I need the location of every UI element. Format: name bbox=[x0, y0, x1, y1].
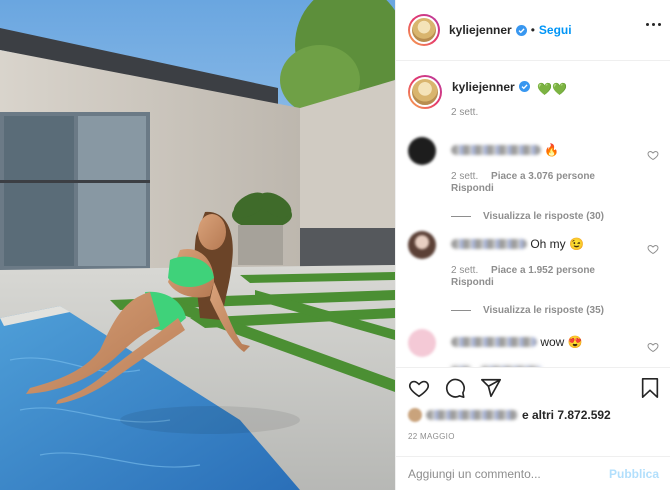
more-options-icon[interactable] bbox=[646, 23, 661, 26]
post-header: kyliejenner • Segui bbox=[396, 0, 670, 61]
add-comment-bar: Pubblica bbox=[396, 456, 670, 490]
post-actions: e altri 7.872.592 22 MAGGIO Pubblica bbox=[396, 367, 670, 490]
comment-like-heart-icon[interactable] bbox=[647, 341, 659, 353]
avatar bbox=[408, 408, 422, 422]
comment-input[interactable] bbox=[408, 467, 598, 481]
comment-text: 🔥 bbox=[544, 143, 560, 157]
verified-badge-icon bbox=[515, 24, 527, 36]
liker-name-blurred[interactable] bbox=[426, 410, 518, 420]
avatar[interactable] bbox=[408, 137, 436, 165]
avatar[interactable] bbox=[408, 231, 436, 259]
comments-list[interactable]: kyliejenner 💚💚 2 sett. 🔥 2 sett. Piace a… bbox=[396, 61, 670, 367]
verified-badge-icon bbox=[518, 81, 530, 92]
comment-like-heart-icon[interactable] bbox=[647, 149, 659, 161]
avatar[interactable] bbox=[408, 329, 436, 357]
caption-username[interactable]: kyliejenner bbox=[452, 80, 515, 94]
commenter-name-blurred[interactable] bbox=[451, 337, 537, 347]
comment-item: wow 😍 bbox=[408, 329, 663, 367]
comment-text: Oh my 😉 bbox=[530, 237, 584, 251]
publish-button[interactable]: Pubblica bbox=[609, 467, 659, 481]
comment-timestamp: 2 sett. bbox=[451, 265, 479, 276]
caption: kyliejenner 💚💚 bbox=[408, 75, 567, 109]
view-replies-button[interactable]: Visualizza le risposte (30) bbox=[451, 211, 604, 222]
caption-text: 💚💚 bbox=[537, 82, 567, 96]
comment-icon[interactable] bbox=[444, 377, 466, 399]
likes-count[interactable]: e altri 7.872.592 bbox=[522, 408, 611, 422]
post-image bbox=[0, 0, 395, 490]
comment-likes[interactable]: Piace a 1.952 persone bbox=[491, 265, 595, 276]
avatar[interactable] bbox=[408, 14, 440, 46]
comment-likes[interactable]: Piace a 3.076 persone bbox=[491, 171, 595, 182]
follow-button[interactable]: Segui bbox=[539, 23, 572, 37]
comment-item: Oh my 😉 2 sett. Piace a 1.952 persone Ri… bbox=[408, 231, 663, 326]
share-icon[interactable] bbox=[480, 377, 502, 399]
comment-text: wow 😍 bbox=[540, 335, 583, 349]
likes-summary[interactable]: e altri 7.872.592 bbox=[408, 408, 611, 422]
post-photo[interactable] bbox=[0, 0, 395, 490]
reply-button[interactable]: Rispondi bbox=[451, 277, 494, 288]
post-date: 22 MAGGIO bbox=[408, 432, 455, 441]
bookmark-icon[interactable] bbox=[639, 377, 661, 399]
comment-timestamp: 2 sett. bbox=[451, 171, 479, 182]
commenter-name-blurred[interactable] bbox=[451, 239, 527, 249]
avatar[interactable] bbox=[408, 75, 442, 109]
comment-like-heart-icon[interactable] bbox=[647, 243, 659, 255]
username-link[interactable]: kyliejenner bbox=[449, 23, 512, 37]
caption-timestamp: 2 sett. bbox=[451, 107, 479, 118]
reply-button[interactable]: Rispondi bbox=[451, 183, 494, 194]
commenter-name-blurred[interactable] bbox=[451, 145, 541, 155]
separator-dot: • bbox=[530, 23, 535, 37]
heart-icon[interactable] bbox=[408, 377, 430, 399]
comment-item: 🔥 2 sett. Piace a 3.076 persone Rispondi… bbox=[408, 137, 663, 232]
post-sidebar: kyliejenner • Segui kyliejenner 💚💚 2 set… bbox=[395, 0, 670, 490]
view-replies-button[interactable]: Visualizza le risposte (35) bbox=[451, 305, 604, 316]
